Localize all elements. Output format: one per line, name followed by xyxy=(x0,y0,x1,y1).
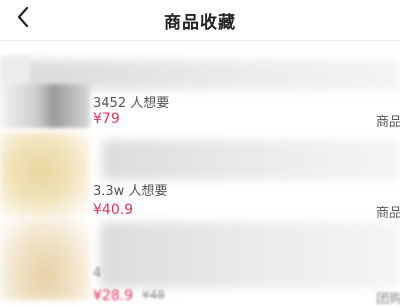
product-image xyxy=(0,84,90,128)
want-count: 3452 人想要 xyxy=(93,96,170,111)
product-card[interactable]: 3.3w 人想要 ¥40.9 商品 xyxy=(0,132,400,221)
header-bar: 商品收藏 xyxy=(0,0,400,41)
product-image xyxy=(0,218,90,300)
product-price: ¥40.9 xyxy=(93,202,134,218)
want-count: 4 xyxy=(93,266,102,281)
product-card[interactable]: 4 ¥28.9 ¥48 团购 xyxy=(0,218,400,307)
blurred-product-title xyxy=(100,222,400,288)
product-card[interactable]: 3452 人想要 ¥79 商品 xyxy=(0,56,400,132)
blurred-product-title xyxy=(102,140,400,180)
product-price: ¥79 xyxy=(93,111,120,127)
product-image xyxy=(0,132,90,218)
page-title: 商品收藏 xyxy=(164,13,236,33)
want-count: 3.3w 人想要 xyxy=(93,184,168,199)
product-price: ¥28.9 xyxy=(93,288,134,304)
product-tag: 商品 xyxy=(376,115,400,130)
product-tag: 团购 xyxy=(376,292,400,307)
